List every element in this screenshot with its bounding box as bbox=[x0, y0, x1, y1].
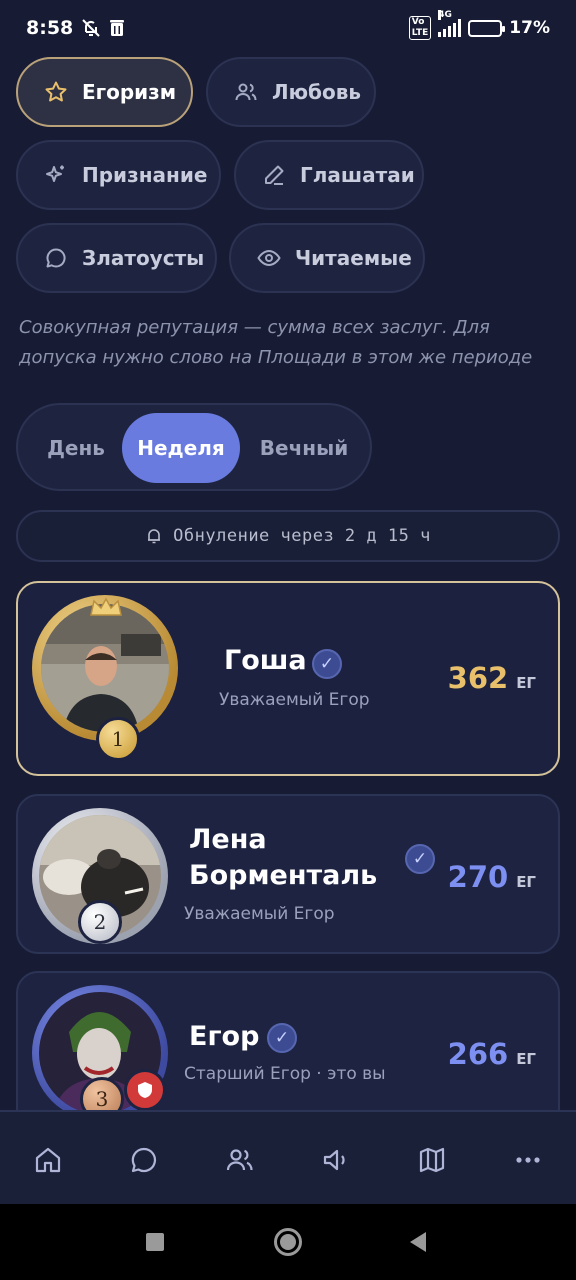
rank-badge: 2 bbox=[78, 900, 122, 944]
trash-icon bbox=[107, 18, 127, 38]
battery-percent: 17% bbox=[509, 18, 550, 38]
chip-label: Златоусты bbox=[82, 246, 205, 270]
score-unit: ЕГ bbox=[516, 873, 536, 891]
period-week[interactable]: Неделя bbox=[122, 413, 240, 483]
back-button[interactable] bbox=[408, 1231, 428, 1257]
chip-recognition[interactable]: Признание bbox=[16, 140, 221, 210]
reset-text: Обнуление через 2 д 15 ч bbox=[173, 526, 431, 546]
chip-heralds[interactable]: Глашатаи bbox=[234, 140, 424, 210]
chip-readable[interactable]: Читаемые bbox=[229, 223, 425, 293]
chip-orators[interactable]: Златоусты bbox=[16, 223, 217, 293]
network-type: 4G bbox=[438, 10, 452, 20]
more-icon[interactable] bbox=[512, 1144, 544, 1176]
system-nav-bar bbox=[0, 1204, 576, 1280]
chip-label: Любовь bbox=[272, 80, 362, 104]
bell-off-icon bbox=[81, 18, 101, 38]
leaderboard-card-2[interactable]: 2 Лена Борменталь ✓ Уважаемый Егор 270 Е… bbox=[16, 794, 560, 954]
score-value: 266 bbox=[447, 1037, 509, 1071]
score: 270 ЕГ bbox=[448, 860, 536, 894]
score: 266 ЕГ bbox=[448, 1037, 536, 1071]
chip-label: Читаемые bbox=[295, 246, 412, 270]
shield-icon bbox=[124, 1069, 166, 1111]
score-unit: ЕГ bbox=[516, 1050, 536, 1068]
battery-icon bbox=[468, 19, 506, 37]
user-role: Старший Егор · это вы bbox=[184, 1064, 386, 1084]
chip-love[interactable]: Любовь bbox=[206, 57, 376, 127]
pencil-icon bbox=[262, 163, 286, 187]
map-icon[interactable] bbox=[416, 1144, 448, 1176]
score: 362 ЕГ bbox=[448, 661, 536, 695]
chip-egoism[interactable]: Егоризм bbox=[16, 57, 193, 127]
signal-icon: 4G bbox=[438, 10, 462, 37]
crown-icon bbox=[89, 597, 123, 617]
reset-countdown: Обнуление через 2 д 15 ч bbox=[16, 510, 560, 562]
home-button[interactable] bbox=[274, 1228, 302, 1256]
chip-label: Глашатаи bbox=[300, 163, 415, 187]
avatar bbox=[41, 604, 169, 732]
status-time: 8:58 bbox=[26, 17, 74, 39]
verified-icon: ✓ bbox=[312, 649, 342, 679]
reputation-description: Совокупная репутация — сумма всех заслуг… bbox=[19, 317, 533, 368]
volte-icon: Vo LTE bbox=[408, 16, 432, 40]
home-icon[interactable] bbox=[32, 1144, 64, 1176]
leaderboard-card-1[interactable]: 1 Гоша ✓ Уважаемый Егор 362 ЕГ bbox=[16, 581, 560, 776]
score-value: 270 bbox=[447, 860, 509, 894]
verified-icon: ✓ bbox=[405, 844, 435, 874]
megaphone-icon[interactable] bbox=[320, 1144, 352, 1176]
verified-icon: ✓ bbox=[267, 1023, 297, 1053]
user-role: Уважаемый Егор bbox=[184, 904, 335, 924]
chip-label: Егоризм bbox=[82, 80, 177, 104]
rank-badge: 1 bbox=[96, 717, 140, 761]
users-icon bbox=[234, 80, 258, 104]
score-value: 362 bbox=[447, 661, 509, 695]
star-icon bbox=[44, 80, 68, 104]
period-toggle: День Неделя Вечный bbox=[16, 403, 372, 491]
score-unit: ЕГ bbox=[516, 674, 536, 692]
chat-icon[interactable] bbox=[128, 1144, 160, 1176]
users-icon[interactable] bbox=[224, 1144, 256, 1176]
status-bar: 8:58 Vo LTE 4G 17% bbox=[0, 0, 576, 56]
eye-icon bbox=[257, 246, 281, 270]
bottom-nav bbox=[0, 1110, 576, 1204]
user-name: Гоша bbox=[224, 645, 307, 676]
period-day[interactable]: День bbox=[26, 413, 126, 483]
chat-bubble-icon bbox=[44, 246, 68, 270]
user-role: Уважаемый Егор bbox=[219, 690, 370, 710]
period-eternal[interactable]: Вечный bbox=[244, 413, 364, 483]
chip-label: Признание bbox=[82, 163, 208, 187]
user-name: Егор bbox=[189, 1021, 260, 1052]
sparkle-icon bbox=[44, 163, 68, 187]
bell-icon bbox=[145, 527, 163, 545]
recents-button[interactable] bbox=[146, 1233, 164, 1251]
leaderboard-card-3[interactable]: 3 Егор ✓ Старший Егор · это вы 266 ЕГ bbox=[16, 971, 560, 1131]
user-name: Лена Борменталь bbox=[189, 824, 378, 891]
